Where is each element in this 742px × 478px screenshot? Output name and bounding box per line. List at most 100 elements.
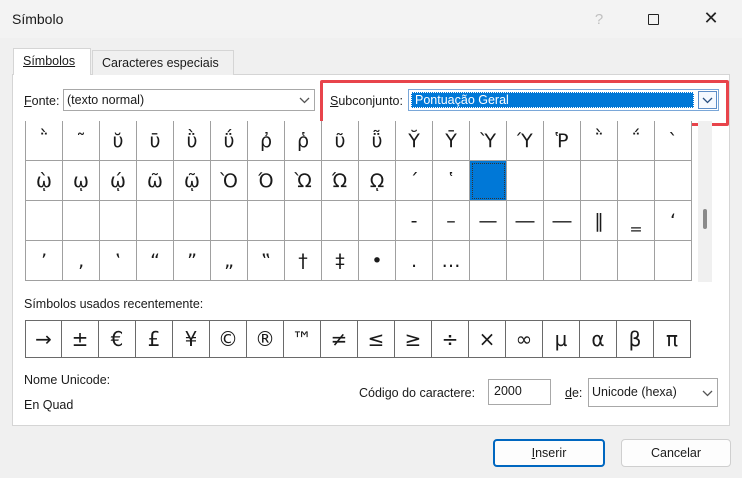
symbol-cell[interactable] — [470, 161, 507, 201]
symbol-cell[interactable]: ‘ — [655, 201, 692, 241]
symbol-cell[interactable]: ‛ — [100, 241, 137, 281]
symbol-cell[interactable]: ῼ — [359, 161, 396, 201]
symbol-cell[interactable]: ῲ — [26, 161, 63, 201]
symbol-cell[interactable] — [581, 241, 618, 281]
recent-symbol-cell[interactable]: µ — [543, 320, 580, 358]
symbol-cell[interactable] — [470, 241, 507, 281]
symbol-cell[interactable] — [26, 201, 63, 241]
recent-symbol-cell[interactable]: £ — [136, 320, 173, 358]
symbol-cell[interactable]: ῥ — [285, 121, 322, 161]
maximize-button[interactable] — [631, 2, 675, 36]
recent-symbol-cell[interactable]: ™ — [284, 320, 321, 358]
symbol-cell[interactable]: Ὸ — [211, 161, 248, 201]
chevron-down-icon[interactable] — [698, 91, 717, 109]
recent-symbol-cell[interactable]: ≠ — [321, 320, 358, 358]
symbol-cell[interactable]: ῢ — [174, 121, 211, 161]
symbol-cell[interactable] — [544, 161, 581, 201]
symbol-cell[interactable]: Ῡ — [433, 121, 470, 161]
symbol-cell[interactable] — [137, 201, 174, 241]
recent-symbol-cell[interactable]: © — [210, 320, 247, 358]
recent-symbol-cell[interactable]: ≤ — [358, 320, 395, 358]
symbol-cell[interactable]: Ὼ — [285, 161, 322, 201]
symbol-cell[interactable]: – — [433, 201, 470, 241]
symbol-cell[interactable]: ΅ — [618, 121, 655, 161]
from-select[interactable]: Unicode (hexa) — [588, 378, 718, 407]
font-select[interactable]: (texto normal) — [63, 89, 315, 111]
symbol-cell[interactable]: ῧ — [359, 121, 396, 161]
symbol-cell[interactable] — [100, 201, 137, 241]
symbol-cell[interactable]: ῳ — [63, 161, 100, 201]
symbol-cell[interactable]: ‚ — [63, 241, 100, 281]
tab-symbols[interactable]: Símbolos — [13, 48, 91, 75]
symbol-cell[interactable] — [655, 161, 692, 201]
symbol-cell[interactable]: „ — [211, 241, 248, 281]
char-code-input[interactable]: 2000 — [488, 379, 551, 405]
symbol-grid-scrollbar[interactable] — [698, 121, 712, 282]
symbol-cell[interactable] — [285, 201, 322, 241]
symbol-cell[interactable]: Ῥ — [544, 121, 581, 161]
symbol-cell[interactable] — [544, 241, 581, 281]
symbol-cell[interactable]: ῡ — [137, 121, 174, 161]
symbol-cell[interactable]: ― — [544, 201, 581, 241]
cancel-button[interactable]: Cancelar — [621, 439, 731, 467]
recent-symbol-cell[interactable]: ® — [247, 320, 284, 358]
symbol-cell[interactable]: ‖ — [581, 201, 618, 241]
symbol-cell[interactable]: ” — [174, 241, 211, 281]
symbol-cell[interactable] — [174, 201, 211, 241]
recent-symbol-cell[interactable]: → — [25, 320, 62, 358]
symbol-cell[interactable]: ‡ — [322, 241, 359, 281]
help-button[interactable]: ? — [577, 2, 621, 36]
symbol-cell[interactable]: Ὺ — [470, 121, 507, 161]
chevron-down-icon[interactable] — [697, 383, 717, 403]
symbol-cell[interactable]: ῴ — [100, 161, 137, 201]
symbol-cell[interactable]: ῦ — [322, 121, 359, 161]
symbol-cell[interactable] — [211, 201, 248, 241]
symbol-cell[interactable]: ΰ — [211, 121, 248, 161]
symbol-cell[interactable]: • — [359, 241, 396, 281]
recent-symbol-cell[interactable]: ≥ — [395, 320, 432, 358]
subset-select[interactable]: Pontuação Geral — [408, 89, 719, 111]
symbol-cell[interactable] — [248, 201, 285, 241]
recent-symbol-cell[interactable]: ∞ — [506, 320, 543, 358]
symbol-cell[interactable] — [581, 161, 618, 201]
recent-symbol-cell[interactable]: ± — [62, 320, 99, 358]
symbol-cell[interactable] — [63, 201, 100, 241]
symbol-cell[interactable] — [359, 201, 396, 241]
recent-symbol-cell[interactable]: α — [580, 320, 617, 358]
symbol-cell[interactable]: ‟ — [248, 241, 285, 281]
symbol-cell[interactable]: ῀ — [63, 121, 100, 161]
symbol-cell[interactable]: ` — [655, 121, 692, 161]
symbol-cell[interactable]: Ῠ — [396, 121, 433, 161]
tab-special-characters[interactable]: Caracteres especiais — [92, 50, 234, 75]
symbol-cell[interactable]: ― — [507, 201, 544, 241]
symbol-cell[interactable]: ῷ — [174, 161, 211, 201]
close-button[interactable]: ✕ — [689, 2, 733, 36]
symbol-cell[interactable]: ῤ — [248, 121, 285, 161]
symbol-cell[interactable]: † — [285, 241, 322, 281]
symbol-cell[interactable]: ’ — [26, 241, 63, 281]
recent-symbol-cell[interactable]: π — [654, 320, 691, 358]
symbol-cell[interactable]: ῶ — [137, 161, 174, 201]
symbol-cell[interactable]: ․ — [396, 241, 433, 281]
recent-symbol-cell[interactable]: × — [469, 320, 506, 358]
symbol-grid[interactable]: ῭ ῀ ῠ ῡ ῢ ΰ ῤ ῥ ῦ ῧ Ῠ Ῡ Ὺ Ύ Ῥ ῭ ΅ ` ῲ ῳ ῴ ῶ ῷ Ὸ Ό Ὼ Ώ ῼ ´ ῾ ‐ – — ― ― ‖ ‗ ‘’ ‚… — [25, 121, 692, 281]
recent-symbol-cell[interactable]: ÷ — [432, 320, 469, 358]
symbol-cell[interactable]: ´ — [396, 161, 433, 201]
symbol-cell[interactable]: … — [433, 241, 470, 281]
recent-symbol-cell[interactable]: β — [617, 320, 654, 358]
scrollbar-thumb[interactable] — [703, 209, 707, 229]
symbol-cell[interactable]: ῾ — [433, 161, 470, 201]
symbol-cell[interactable] — [507, 241, 544, 281]
chevron-down-icon[interactable] — [294, 90, 314, 110]
symbol-cell[interactable] — [507, 161, 544, 201]
recent-symbol-cell[interactable]: € — [99, 320, 136, 358]
symbol-cell[interactable]: Ώ — [322, 161, 359, 201]
symbol-cell[interactable] — [618, 161, 655, 201]
symbol-cell[interactable]: — — [470, 201, 507, 241]
symbol-cell[interactable]: Ύ — [507, 121, 544, 161]
symbol-cell[interactable]: “ — [137, 241, 174, 281]
symbol-cell[interactable]: ῭ — [26, 121, 63, 161]
symbol-cell[interactable] — [322, 201, 359, 241]
symbol-cell[interactable]: ῭ — [581, 121, 618, 161]
symbol-cell[interactable]: ‗ — [618, 201, 655, 241]
